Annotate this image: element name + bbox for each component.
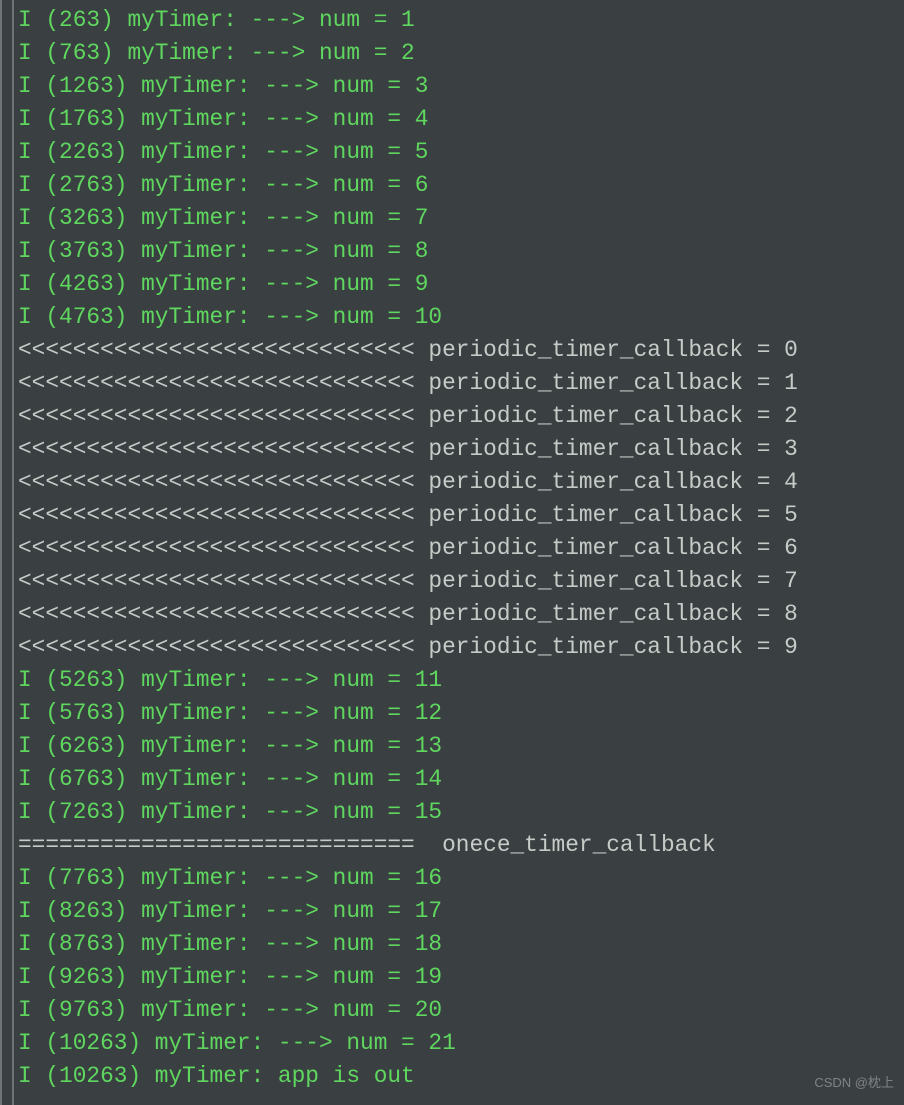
log-line: <<<<<<<<<<<<<<<<<<<<<<<<<<<<< periodic_t… [18,532,904,565]
log-line: I (9763) myTimer: ---> num = 20 [18,994,904,1027]
terminal-output[interactable]: I (263) myTimer: ---> num = 1I (763) myT… [0,0,904,1105]
log-line: I (8763) myTimer: ---> num = 18 [18,928,904,961]
log-line: I (5263) myTimer: ---> num = 11 [18,664,904,697]
log-line: I (1263) myTimer: ---> num = 3 [18,70,904,103]
editor-gutter [2,0,14,1105]
log-line: I (263) myTimer: ---> num = 1 [18,4,904,37]
log-line: I (7263) myTimer: ---> num = 15 [18,796,904,829]
log-line: I (10263) myTimer: app is out [18,1060,904,1093]
log-line: <<<<<<<<<<<<<<<<<<<<<<<<<<<<< periodic_t… [18,631,904,664]
log-line: I (1763) myTimer: ---> num = 4 [18,103,904,136]
log-line: I (3263) myTimer: ---> num = 7 [18,202,904,235]
log-line: I (6263) myTimer: ---> num = 13 [18,730,904,763]
log-line: I (2263) myTimer: ---> num = 5 [18,136,904,169]
log-line: I (9263) myTimer: ---> num = 19 [18,961,904,994]
log-line: I (8263) myTimer: ---> num = 17 [18,895,904,928]
log-line: I (3763) myTimer: ---> num = 8 [18,235,904,268]
log-line: I (4263) myTimer: ---> num = 9 [18,268,904,301]
log-line: I (763) myTimer: ---> num = 2 [18,37,904,70]
log-line: <<<<<<<<<<<<<<<<<<<<<<<<<<<<< periodic_t… [18,433,904,466]
log-line: <<<<<<<<<<<<<<<<<<<<<<<<<<<<< periodic_t… [18,400,904,433]
log-line: <<<<<<<<<<<<<<<<<<<<<<<<<<<<< periodic_t… [18,466,904,499]
log-line: <<<<<<<<<<<<<<<<<<<<<<<<<<<<< periodic_t… [18,565,904,598]
log-content: I (263) myTimer: ---> num = 1I (763) myT… [18,4,904,1093]
log-line: I (5763) myTimer: ---> num = 12 [18,697,904,730]
log-line: <<<<<<<<<<<<<<<<<<<<<<<<<<<<< periodic_t… [18,598,904,631]
log-line: I (2763) myTimer: ---> num = 6 [18,169,904,202]
log-line: I (6763) myTimer: ---> num = 14 [18,763,904,796]
log-line: <<<<<<<<<<<<<<<<<<<<<<<<<<<<< periodic_t… [18,334,904,367]
log-line: ============================= onece_time… [18,829,904,862]
log-line: I (10263) myTimer: ---> num = 21 [18,1027,904,1060]
log-line: I (7763) myTimer: ---> num = 16 [18,862,904,895]
log-line: I (4763) myTimer: ---> num = 10 [18,301,904,334]
log-line: <<<<<<<<<<<<<<<<<<<<<<<<<<<<< periodic_t… [18,499,904,532]
log-line: <<<<<<<<<<<<<<<<<<<<<<<<<<<<< periodic_t… [18,367,904,400]
watermark-text: CSDN @枕上 [814,1066,894,1099]
